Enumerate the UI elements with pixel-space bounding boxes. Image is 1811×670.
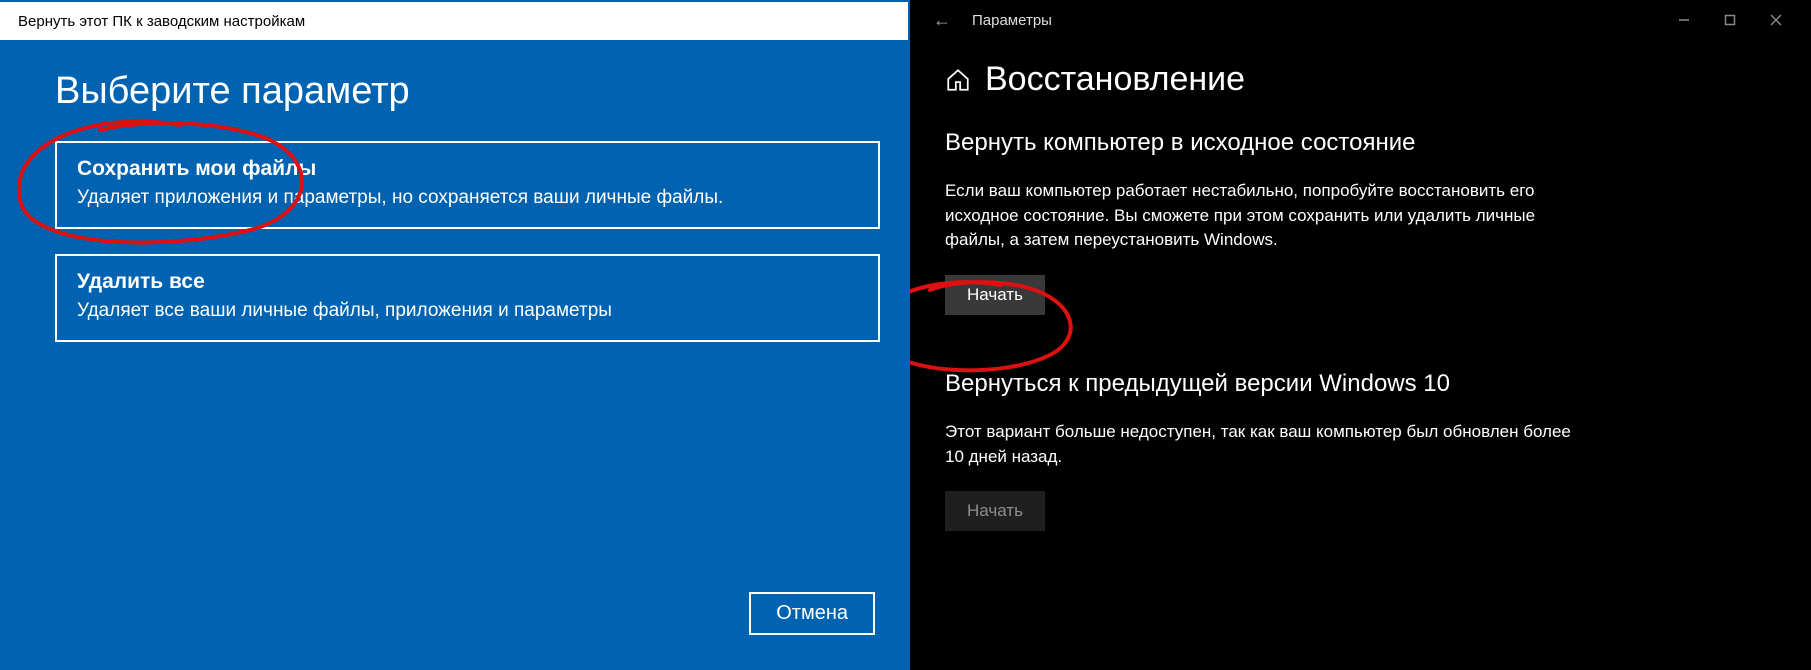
option-keep-files-desc: Удаляет приложения и параметры, но сохра… bbox=[77, 187, 858, 209]
section-rollback: Вернуться к предыдущей версии Windows 10… bbox=[945, 370, 1776, 531]
settings-window: ← Параметры Восстановление bbox=[910, 0, 1811, 670]
home-icon[interactable] bbox=[945, 67, 971, 93]
back-icon[interactable]: ← bbox=[922, 10, 962, 31]
option-remove-all-title: Удалить все bbox=[77, 270, 858, 294]
settings-titlebar: ← Параметры bbox=[910, 0, 1811, 40]
settings-app-name: Параметры bbox=[972, 12, 1052, 29]
option-keep-files[interactable]: Сохранить мои файлы Удаляет приложения и… bbox=[55, 141, 880, 229]
start-reset-button[interactable]: Начать bbox=[945, 275, 1045, 315]
section-reset-desc: Если ваш компьютер работает нестабильно,… bbox=[945, 179, 1585, 253]
dialog-title: Вернуть этот ПК к заводским настройкам bbox=[18, 13, 305, 30]
close-button[interactable] bbox=[1753, 0, 1799, 40]
reset-dialog: Вернуть этот ПК к заводским настройкам В… bbox=[0, 0, 910, 670]
section-rollback-desc: Этот вариант больше недоступен, так как … bbox=[945, 420, 1585, 469]
section-reset: Вернуть компьютер в исходное состояние Е… bbox=[945, 129, 1776, 315]
page-title: Восстановление bbox=[985, 60, 1245, 99]
minimize-button[interactable] bbox=[1661, 0, 1707, 40]
dialog-titlebar: Вернуть этот ПК к заводским настройкам bbox=[0, 0, 910, 40]
maximize-button[interactable] bbox=[1707, 0, 1753, 40]
section-reset-title: Вернуть компьютер в исходное состояние bbox=[945, 129, 1776, 157]
dialog-heading: Выберите параметр bbox=[55, 70, 880, 113]
start-rollback-button: Начать bbox=[945, 491, 1045, 531]
cancel-button[interactable]: Отмена bbox=[749, 592, 875, 635]
option-remove-all[interactable]: Удалить все Удаляет все ваши личные файл… bbox=[55, 254, 880, 342]
section-rollback-title: Вернуться к предыдущей версии Windows 10 bbox=[945, 370, 1776, 398]
option-remove-all-desc: Удаляет все ваши личные файлы, приложени… bbox=[77, 300, 858, 322]
option-keep-files-title: Сохранить мои файлы bbox=[77, 157, 858, 181]
